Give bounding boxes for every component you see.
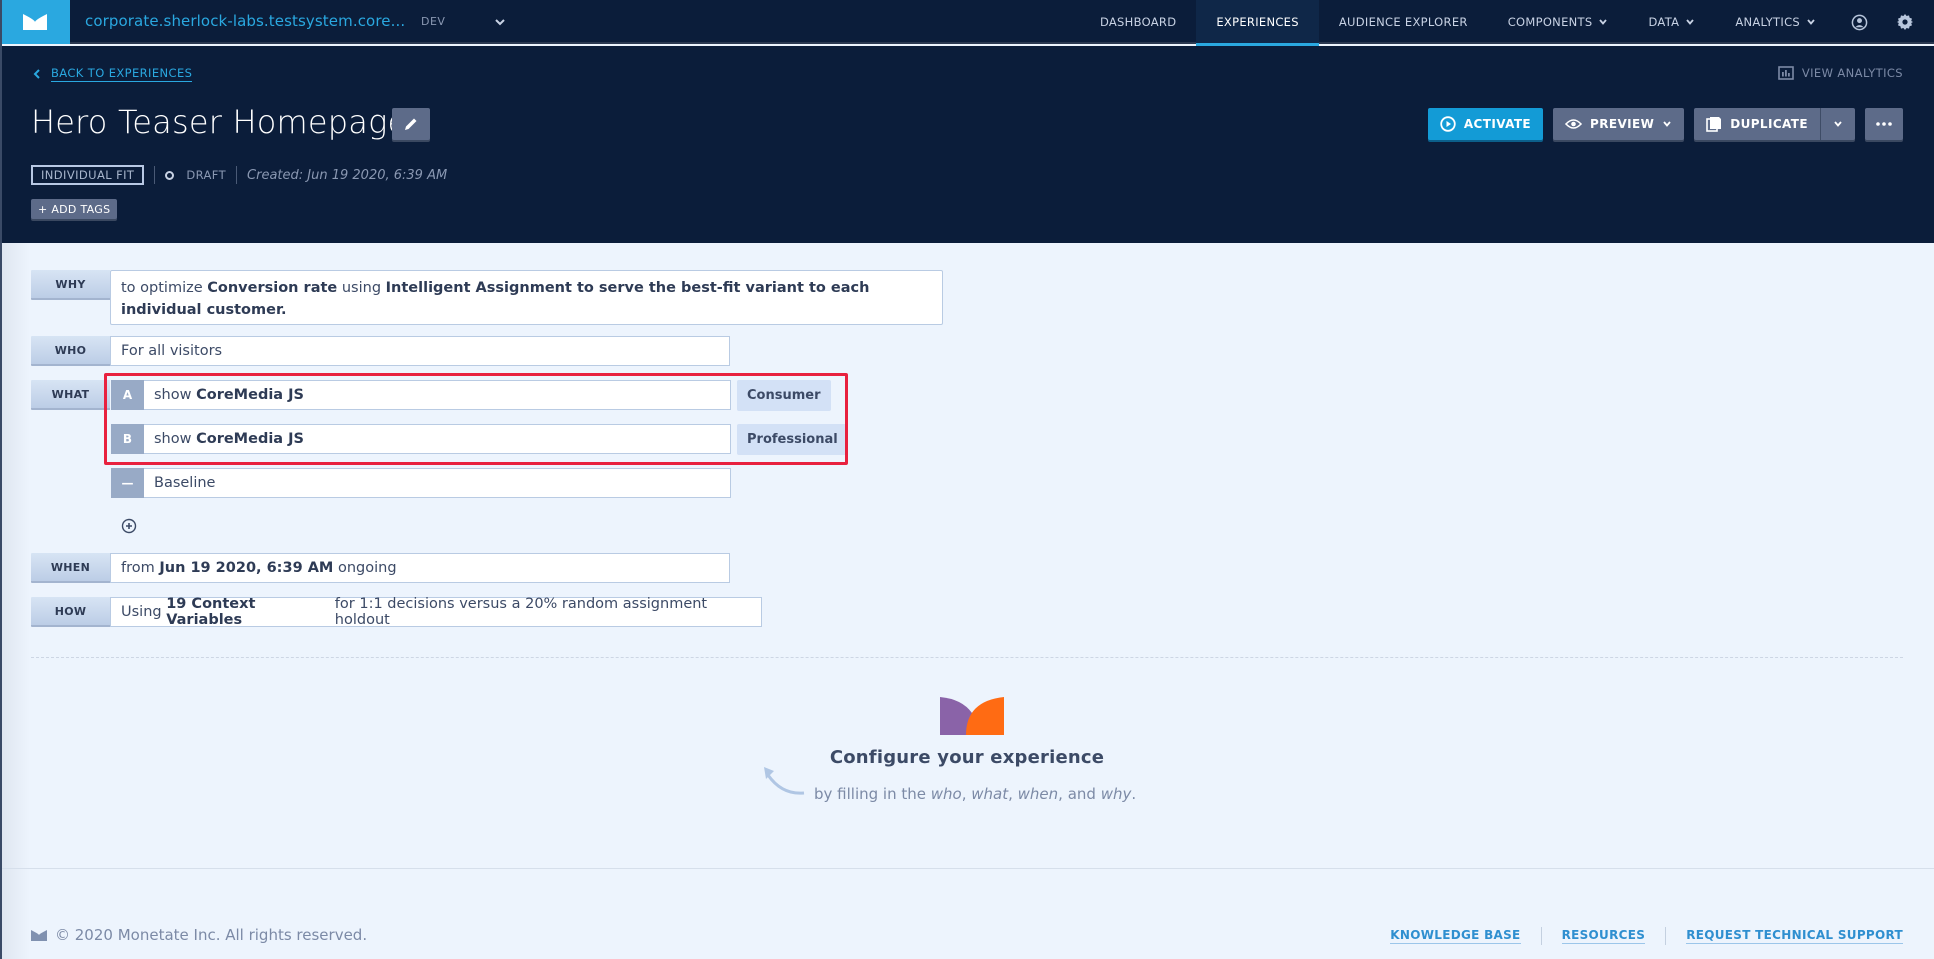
nav-item-audience-explorer[interactable]: AUDIENCE EXPLORER	[1319, 0, 1488, 44]
plus-circle-icon	[121, 518, 137, 534]
how-label: HOW	[31, 597, 110, 627]
knowledge-base-link[interactable]: KNOWLEDGE BASE	[1390, 928, 1521, 944]
experience-header: BACK TO EXPERIENCES Hero Teaser Homepage…	[0, 46, 1934, 243]
back-to-experiences-link[interactable]: BACK TO EXPERIENCES	[33, 66, 193, 82]
request-technical-support-link[interactable]: REQUEST TECHNICAL SUPPORT	[1686, 928, 1903, 944]
variant-a: A show CoreMedia JS Consumer	[111, 380, 831, 411]
monetate-color-logo-icon	[940, 697, 1004, 735]
status-circle-icon	[165, 170, 175, 180]
preview-button[interactable]: PREVIEW	[1553, 108, 1685, 140]
analytics-chart-icon	[1778, 66, 1794, 80]
variant-letter: A	[111, 380, 144, 410]
why-label: WHY	[31, 270, 110, 300]
variant-letter: B	[111, 424, 144, 454]
created-timestamp: Created: Jun 19 2020, 6:39 AM	[247, 167, 448, 183]
monetate-logo-icon	[23, 14, 47, 30]
activate-button[interactable]: ACTIVATE	[1427, 108, 1544, 140]
goal-metric: Conversion rate	[207, 280, 338, 296]
how-field[interactable]: Using 19 Context Variables for 1:1 decis…	[110, 596, 762, 628]
play-circle-icon	[1440, 116, 1456, 132]
status-badge: DRAFT	[186, 168, 227, 182]
chevron-down-icon	[1598, 17, 1608, 27]
baseline-dash-icon: —	[111, 468, 144, 498]
section-divider	[31, 657, 1903, 658]
gear-icon	[1897, 14, 1913, 30]
footer-links: KNOWLEDGE BASE RESOURCES REQUEST TECHNIC…	[1390, 927, 1903, 945]
divider	[1540, 927, 1542, 945]
ellipsis-icon	[1876, 122, 1892, 126]
duplicate-split-button: DUPLICATE	[1694, 108, 1855, 140]
left-shade	[2, 243, 30, 959]
eye-icon	[1565, 119, 1583, 129]
nav-menu: DASHBOARD EXPERIENCES AUDIENCE EXPLORER …	[1080, 0, 1934, 46]
variant-baseline: — Baseline	[111, 468, 731, 498]
segment-tag[interactable]: Consumer	[737, 380, 831, 411]
more-options-button[interactable]	[1865, 108, 1903, 140]
experience-type-badge: INDIVIDUAL FIT	[31, 165, 145, 185]
empty-state-title: Configure your experience	[829, 747, 1105, 768]
env-chevron-down-icon[interactable]	[494, 13, 506, 32]
experience-meta: INDIVIDUAL FIT DRAFT Created: Jun 19 202…	[31, 165, 447, 185]
chevron-down-icon	[1806, 17, 1816, 27]
header-actions: ACTIVATE PREVIEW DUPLICATE	[1427, 108, 1903, 140]
edit-title-button[interactable]	[392, 108, 430, 140]
chevron-down-icon	[1685, 17, 1695, 27]
when-field[interactable]: from Jun 19 2020, 6:39 AM ongoing	[110, 553, 730, 583]
variant-b-field[interactable]: show CoreMedia JS	[144, 424, 731, 454]
who-row: WHO For all visitors	[31, 336, 730, 366]
when-label: WHEN	[31, 553, 110, 583]
copy-icon	[1706, 117, 1722, 132]
footer-copyright: © 2020 Monetate Inc. All rights reserved…	[31, 926, 367, 944]
site-name[interactable]: corporate.sherlock-labs.testsystem.core.…	[85, 12, 405, 30]
chevron-down-icon	[1663, 121, 1671, 127]
chevron-left-icon	[33, 69, 40, 79]
nav-item-data[interactable]: DATA	[1628, 0, 1715, 44]
who-label: WHO	[31, 336, 110, 366]
what-label: WHAT	[31, 380, 110, 410]
nav-item-experiences[interactable]: EXPERIENCES	[1196, 0, 1319, 46]
why-field[interactable]: to optimize Conversion rate using Intell…	[110, 270, 943, 325]
page-title: Hero Teaser Homepage	[31, 103, 408, 141]
duplicate-button[interactable]: DUPLICATE	[1694, 108, 1820, 140]
how-row: HOW Using 19 Context Variables for 1:1 d…	[31, 596, 762, 628]
nav-item-components[interactable]: COMPONENTS	[1488, 0, 1629, 44]
when-row: WHEN from Jun 19 2020, 6:39 AM ongoing	[31, 553, 730, 583]
env-label: DEV	[421, 15, 446, 28]
pencil-icon	[405, 118, 417, 130]
variant-b: B show CoreMedia JS Professional	[111, 424, 848, 455]
who-field[interactable]: For all visitors	[110, 336, 730, 366]
monetate-logo[interactable]	[0, 0, 70, 44]
user-account-button[interactable]	[1836, 0, 1882, 44]
window-left-edge	[0, 0, 2, 959]
what-row: WHAT	[31, 380, 110, 410]
resources-link[interactable]: RESOURCES	[1561, 928, 1646, 944]
why-row: WHY to optimize Conversion rate using In…	[31, 270, 943, 325]
nav-item-analytics[interactable]: ANALYTICS	[1715, 0, 1836, 44]
add-variant-button[interactable]	[121, 518, 137, 534]
nav-item-dashboard[interactable]: DASHBOARD	[1080, 0, 1196, 44]
curved-arrow-icon	[764, 767, 805, 795]
variant-a-field[interactable]: show CoreMedia JS	[144, 380, 731, 410]
baseline-field[interactable]: Baseline	[144, 468, 731, 498]
footer-divider	[2, 868, 1934, 869]
view-analytics-link[interactable]: VIEW ANALYTICS	[1778, 66, 1903, 80]
back-link-label: BACK TO EXPERIENCES	[51, 66, 193, 82]
settings-button[interactable]	[1882, 0, 1928, 44]
user-account-icon	[1851, 14, 1867, 30]
chevron-down-icon	[1834, 121, 1842, 127]
top-nav: corporate.sherlock-labs.testsystem.core.…	[0, 0, 1934, 46]
divider	[236, 166, 238, 184]
duplicate-options-button[interactable]	[1820, 108, 1855, 140]
empty-state-subtitle: by filling in the who, what, when, and w…	[814, 785, 1137, 803]
divider	[154, 166, 156, 184]
divider	[1665, 927, 1667, 945]
segment-tag[interactable]: Professional	[737, 424, 848, 455]
monetate-logo-icon	[31, 929, 47, 941]
view-analytics-label: VIEW ANALYTICS	[1801, 66, 1903, 80]
add-tags-button[interactable]: + ADD TAGS	[31, 199, 118, 219]
